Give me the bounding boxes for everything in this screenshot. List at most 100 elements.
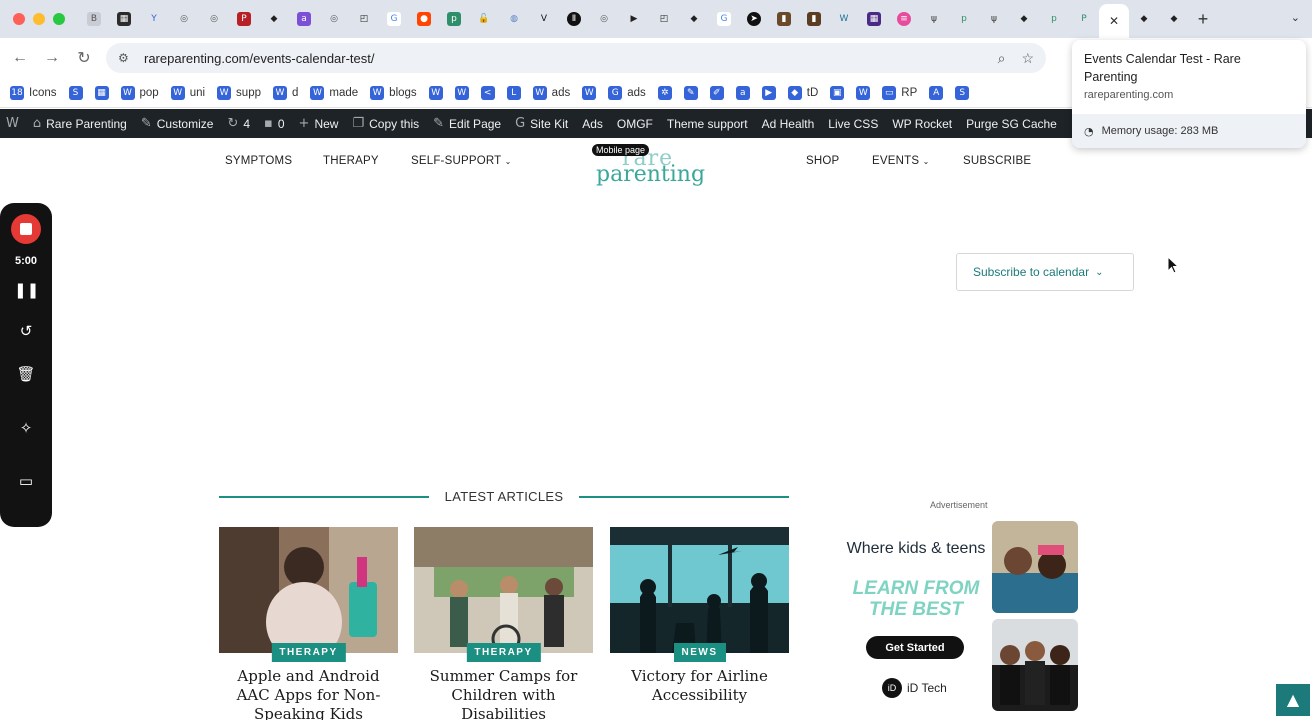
admin-bar-item[interactable]: Live CSS xyxy=(828,117,878,131)
bookmark-item[interactable]: W xyxy=(454,85,469,100)
bookmark-item[interactable]: Wsupp xyxy=(217,85,261,100)
url-text[interactable]: rareparenting.com/events-calendar-test/ xyxy=(144,51,375,66)
tab[interactable]: G xyxy=(379,5,409,33)
tab[interactable]: p xyxy=(949,5,979,33)
tab[interactable]: B xyxy=(79,5,109,33)
tab-search-icon[interactable]: ⌄ xyxy=(1291,11,1300,24)
effects-wand-icon[interactable]: ✧ xyxy=(14,419,38,439)
tab[interactable]: p xyxy=(439,5,469,33)
tab[interactable]: ➤ xyxy=(739,5,769,33)
tab[interactable]: ◆ xyxy=(679,5,709,33)
tab[interactable]: a xyxy=(289,5,319,33)
bookmark-item[interactable]: Wads xyxy=(532,85,570,100)
tab[interactable]: ◍ xyxy=(499,5,529,33)
address-bar[interactable]: ⚙ rareparenting.com/events-calendar-test… xyxy=(106,43,1046,73)
nav-events[interactable]: EVENTS ⌄ xyxy=(872,155,930,167)
article-card[interactable]: THERAPY Apple and Android AAC Apps for N… xyxy=(219,527,398,720)
tab[interactable]: ψ xyxy=(979,5,1009,33)
category-tag[interactable]: THERAPY xyxy=(271,643,346,662)
nav-therapy[interactable]: THERAPY xyxy=(323,155,379,167)
advertisement[interactable]: Where kids & teens LEARN FROM THE BEST G… xyxy=(846,518,1082,718)
bookmark-star-icon[interactable]: ☆ xyxy=(1021,50,1034,67)
admin-bar-item[interactable]: ✎ Customize xyxy=(141,116,214,131)
tab[interactable]: ◆ xyxy=(1159,5,1189,33)
bookmark-item[interactable]: ✲ xyxy=(657,85,672,100)
bookmark-item[interactable]: Wuni xyxy=(170,85,205,100)
tab[interactable]: V xyxy=(529,5,559,33)
admin-bar-item[interactable]: W xyxy=(6,116,19,131)
nav-subscribe[interactable]: SUBSCRIBE xyxy=(963,155,1031,167)
tab[interactable]: ● xyxy=(409,5,439,33)
bookmark-item[interactable]: a xyxy=(735,85,750,100)
article-title[interactable]: Summer Camps for Children with Disabilit… xyxy=(414,667,593,720)
tab-close-icon[interactable]: ✕ xyxy=(1109,14,1119,28)
tab[interactable]: P xyxy=(1069,5,1099,33)
bookmark-item[interactable]: Wblogs xyxy=(370,85,417,100)
delete-icon[interactable]: 🗑 xyxy=(14,365,38,385)
tab[interactable]: ▮ xyxy=(799,5,829,33)
tab[interactable]: 🔓 xyxy=(469,5,499,33)
admin-bar-item[interactable]: ⌂ Rare Parenting xyxy=(33,116,127,131)
tab[interactable]: ◎ xyxy=(319,5,349,33)
admin-bar-item[interactable]: ❐ Copy this xyxy=(352,116,419,131)
restart-icon[interactable]: ↺ xyxy=(14,322,38,342)
article-title[interactable]: Apple and Android AAC Apps for Non-Speak… xyxy=(219,667,398,720)
reload-icon[interactable]: ↻ xyxy=(68,48,100,68)
admin-bar-item[interactable]: Ads xyxy=(582,117,603,131)
pause-icon[interactable]: ❚❚ xyxy=(14,281,39,301)
tab[interactable]: ◆ xyxy=(1009,5,1039,33)
bookmark-item[interactable]: ✐ xyxy=(709,85,724,100)
back-icon[interactable]: ← xyxy=(4,49,36,67)
admin-bar-item[interactable]: ▪ 0 xyxy=(264,116,285,131)
admin-bar-item[interactable]: Ad Health xyxy=(762,117,815,131)
bookmark-item[interactable]: 18 Icons xyxy=(10,85,57,100)
bookmark-item[interactable]: Wd xyxy=(272,85,298,100)
article-card[interactable]: THERAPY Summer Camps for Children with D… xyxy=(414,527,593,720)
tab[interactable]: ψ xyxy=(919,5,949,33)
article-title[interactable]: Victory for Airline Accessibility xyxy=(610,667,789,705)
tab[interactable]: ◆ xyxy=(259,5,289,33)
bookmark-item[interactable]: Wpop xyxy=(120,85,159,100)
bookmark-item[interactable]: < xyxy=(480,85,495,100)
bookmark-item[interactable]: S xyxy=(955,85,970,100)
tab[interactable]: G xyxy=(709,5,739,33)
admin-bar-item[interactable]: + New xyxy=(299,116,339,131)
admin-bar-item[interactable]: ↻ 4 xyxy=(227,116,250,131)
article-image[interactable] xyxy=(414,527,593,653)
admin-bar-item[interactable]: WP Rocket xyxy=(892,117,952,131)
bookmark-item[interactable]: ◆ tD xyxy=(787,85,818,100)
tab[interactable]: p xyxy=(1039,5,1069,33)
bookmark-item[interactable]: A xyxy=(929,85,944,100)
category-tag[interactable]: NEWS xyxy=(673,643,726,662)
tab[interactable]: Y xyxy=(139,5,169,33)
bookmark-item[interactable]: ✎ xyxy=(683,85,698,100)
close-window-button[interactable] xyxy=(13,13,25,25)
admin-bar-item[interactable]: OMGF xyxy=(617,117,653,131)
bookmark-item[interactable]: ▦ xyxy=(94,85,109,100)
bookmark-item[interactable]: ▣ xyxy=(830,85,845,100)
article-image[interactable] xyxy=(219,527,398,653)
bookmark-item[interactable]: W xyxy=(428,85,443,100)
tab[interactable]: ◎ xyxy=(199,5,229,33)
tab[interactable]: ◎ xyxy=(589,5,619,33)
tab[interactable]: ▮ xyxy=(769,5,799,33)
site-logo[interactable]: rare parenting Mobile page xyxy=(592,142,722,188)
tab[interactable]: Ⅱ xyxy=(559,5,589,33)
admin-bar-item[interactable]: ✎ Edit Page xyxy=(433,116,501,131)
tab[interactable]: ◎ xyxy=(169,5,199,33)
bookmark-item[interactable]: W xyxy=(582,85,597,100)
nav-symptoms[interactable]: SYMPTOMS xyxy=(225,155,292,167)
bookmark-item[interactable]: ▭ RP xyxy=(882,85,917,100)
new-tab-button[interactable]: + xyxy=(1189,9,1217,30)
maximize-window-button[interactable] xyxy=(53,13,65,25)
camera-icon[interactable]: ▭ xyxy=(14,472,38,492)
tab[interactable]: P xyxy=(229,5,259,33)
admin-bar-item[interactable]: Purge SG Cache xyxy=(966,117,1057,131)
article-image[interactable] xyxy=(610,527,789,653)
minimize-window-button[interactable] xyxy=(33,13,45,25)
admin-bar-item[interactable]: G Site Kit xyxy=(515,116,568,131)
site-info-icon[interactable]: ⚙ xyxy=(118,51,140,65)
tab[interactable]: ≡ xyxy=(889,5,919,33)
bookmark-item[interactable]: Wmade xyxy=(310,85,358,100)
article-card[interactable]: NEWS Victory for Airline Accessibility xyxy=(610,527,789,705)
